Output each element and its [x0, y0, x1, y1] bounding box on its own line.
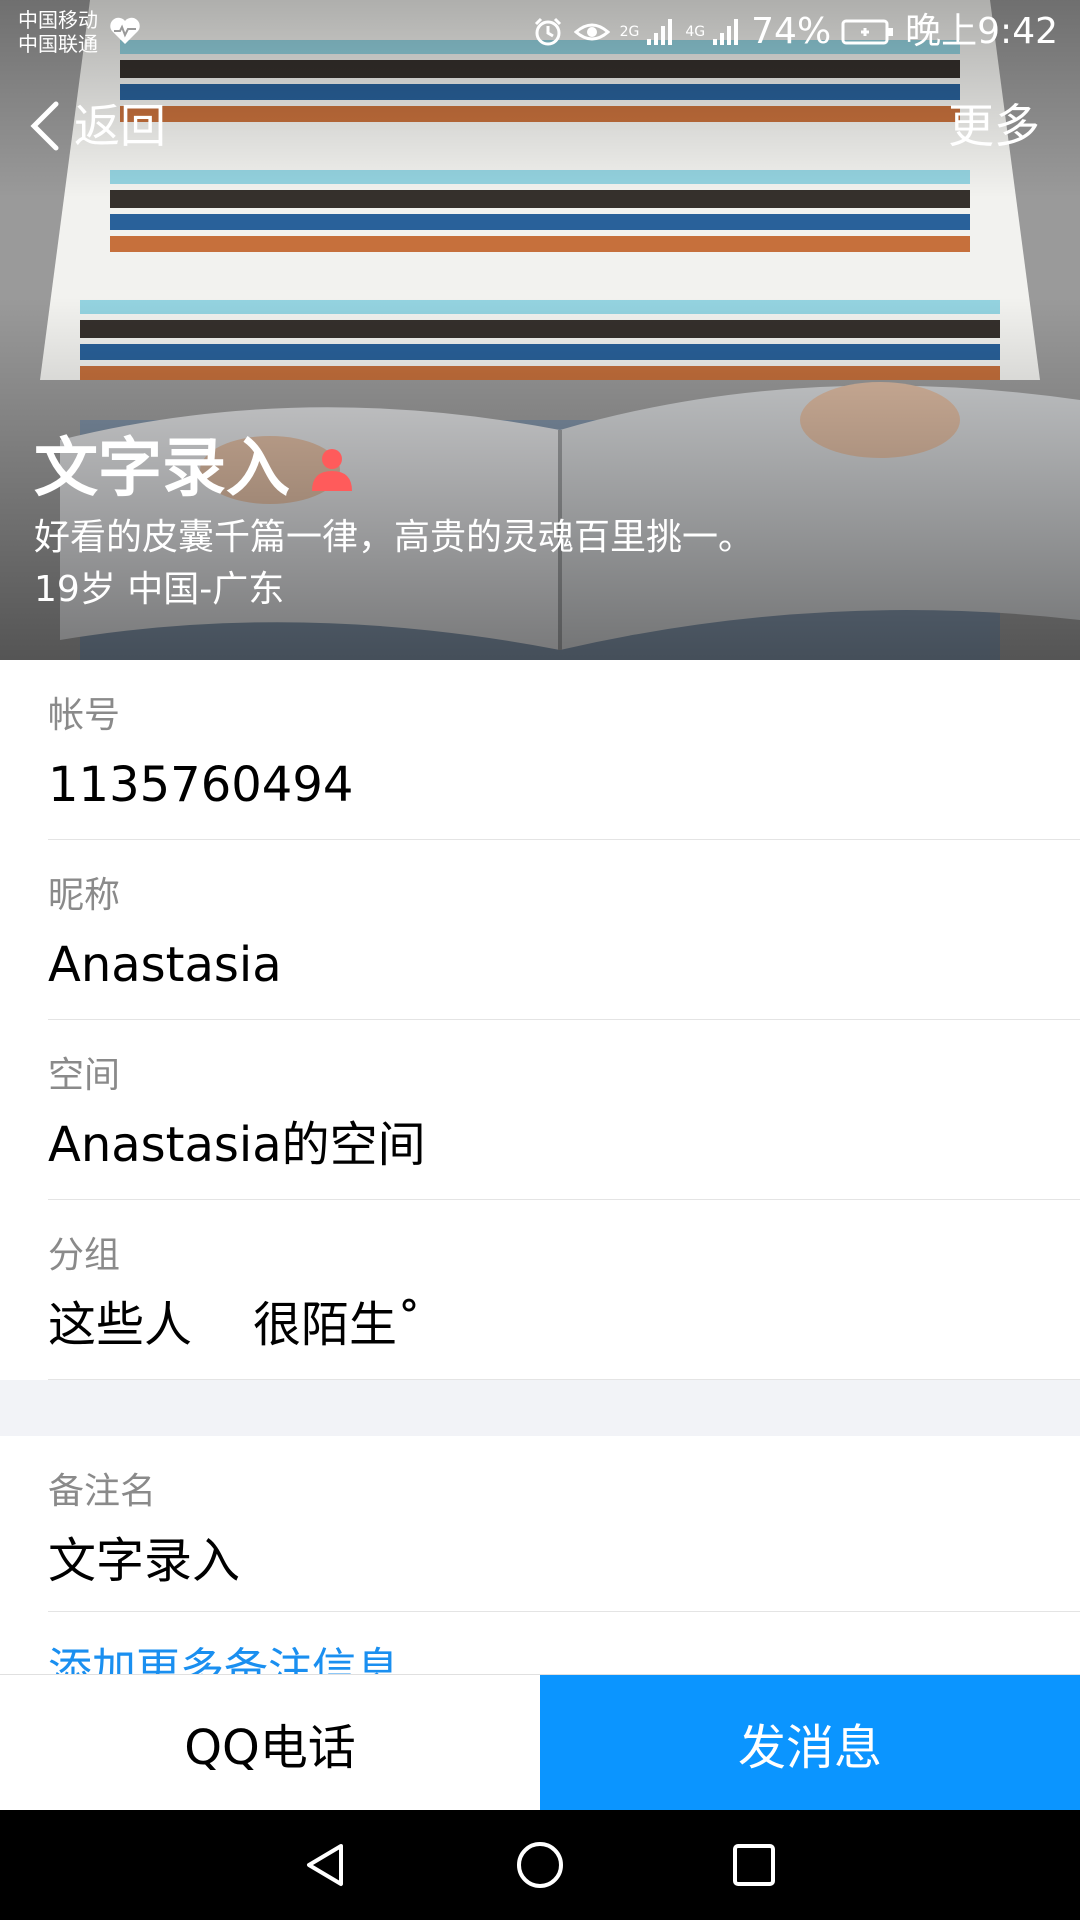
action-bar: QQ电话 发消息	[0, 1674, 1080, 1811]
nickname-value: Anastasia	[48, 937, 282, 993]
alarm-icon	[534, 17, 561, 46]
more-button[interactable]: 更多	[948, 98, 1040, 154]
nickname-label: 昵称	[48, 875, 121, 916]
group-value: 这些人 很陌生˚	[48, 1297, 422, 1353]
profile-name: 文字录入	[34, 432, 290, 506]
back-label: 返回	[74, 99, 166, 153]
profile-signature: 好看的皮囊千篇一律，高贵的灵魂百里挑一。	[34, 517, 755, 558]
space-row[interactable]: 空间 Anastasia的空间	[48, 1020, 1080, 1200]
chevron-left-icon	[30, 101, 59, 151]
remark-value: 文字录入	[48, 1533, 241, 1589]
remark-label: 备注名	[48, 1471, 157, 1512]
account-label: 帐号	[48, 695, 121, 736]
clock: 晚上9:42	[905, 11, 1058, 52]
section-divider	[0, 1380, 1080, 1436]
nav-recents-icon[interactable]	[727, 1838, 781, 1892]
space-label: 空间	[48, 1055, 121, 1096]
status-bar: 中国移动 中国联通 2G 4G 74% 晚上9:42	[0, 0, 1080, 64]
nav-back-icon[interactable]	[299, 1838, 353, 1892]
carrier-2: 中国联通	[18, 32, 98, 56]
account-value: 1135760494	[48, 757, 354, 813]
system-nav-bar	[0, 1810, 1080, 1920]
qq-call-button[interactable]: QQ电话	[0, 1675, 540, 1811]
carrier-labels: 中国移动 中国联通	[18, 8, 98, 56]
back-button[interactable]: 返回	[28, 98, 166, 154]
profile-cover: 中国移动 中国联通 2G 4G 74% 晚上9:42 返回 更多 文字录入 好看…	[0, 0, 1080, 660]
battery-percent: 74%	[751, 11, 832, 52]
group-row[interactable]: 分组 这些人 很陌生˚	[48, 1200, 1080, 1380]
account-row[interactable]: 帐号 1135760494	[48, 660, 1080, 840]
eye-comfort-icon	[573, 23, 610, 41]
nav-home-icon[interactable]	[513, 1838, 567, 1892]
battery-charging-icon	[841, 19, 894, 45]
person-icon	[312, 449, 352, 491]
status-icons: 2G 4G 74% 晚上9:42	[532, 12, 1058, 52]
health-heart-icon	[110, 17, 140, 44]
profile-info-list: 帐号 1135760494 昵称 Anastasia 空间 Anastasia的…	[0, 660, 1080, 1612]
profile-age-location: 19岁 中国-广东	[34, 569, 285, 610]
network-4g-label: 4G	[685, 24, 706, 40]
network-2g-label: 2G	[619, 24, 640, 40]
carrier-1: 中国移动	[18, 8, 98, 32]
signal-icon-2	[713, 19, 739, 45]
signal-icon	[647, 19, 673, 45]
remark-row[interactable]: 备注名 文字录入	[48, 1436, 1080, 1612]
space-value: Anastasia的空间	[48, 1117, 426, 1173]
nickname-row[interactable]: 昵称 Anastasia	[48, 840, 1080, 1020]
send-message-button[interactable]: 发消息	[540, 1675, 1080, 1811]
group-label: 分组	[48, 1235, 121, 1276]
profile-name-row: 文字录入	[34, 430, 356, 508]
